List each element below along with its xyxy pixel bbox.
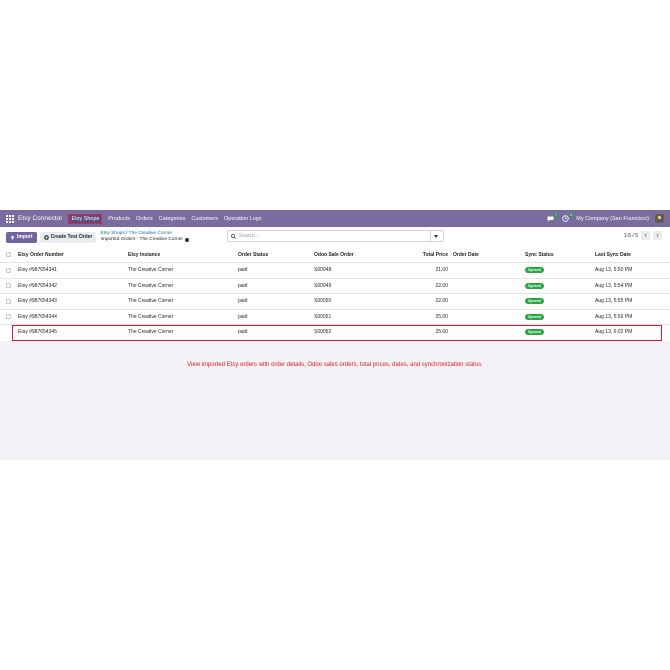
header-order-number[interactable]: Etsy Order Number (18, 252, 64, 258)
row-checkbox[interactable] (6, 298, 11, 304)
cell-instance: The Creative Corner (128, 267, 174, 274)
breadcrumb: Etsy Shops / The Creative Corner Importe… (100, 231, 189, 243)
cell-last-sync: Aug 13, 5:54 PM (595, 282, 633, 289)
header-instance[interactable]: Etsy Instance (128, 252, 160, 258)
cell-order-status: paid (238, 298, 248, 305)
cell-total-price: 25.00 (435, 313, 448, 320)
cell-last-sync: Aug 13, 5:55 PM (595, 298, 633, 305)
import-button-label: Import (17, 234, 33, 240)
caret-down-icon (433, 234, 438, 238)
sync-status-badge: Synced (525, 267, 544, 274)
control-panel: Import Create Test Order Etsy Shops / Th… (0, 227, 670, 247)
nav-item-orders[interactable]: Orders (136, 216, 153, 222)
cell-last-sync: Aug 13, 5:56 PM (595, 313, 633, 320)
header-last-sync[interactable]: Last Sync Date (595, 252, 631, 258)
header-sale-order[interactable]: Odoo Sale Order (314, 252, 354, 258)
cell-total-price: 25.00 (435, 329, 448, 336)
header-order-status[interactable]: Order Status (238, 252, 268, 258)
pager: 1-5 / 5 ‹ › (624, 231, 662, 240)
top-navbar: Etsy Connector Etsy Shops Products Order… (0, 210, 670, 227)
sync-status-badge: Synced (525, 282, 544, 289)
create-test-order-button[interactable]: Create Test Order (39, 231, 97, 243)
nav-item-operation-logs[interactable]: Operation Logs (224, 216, 262, 222)
cell-instance: The Creative Corner (128, 298, 174, 305)
cell-order-number: Etsy #987654343 (18, 298, 57, 305)
table-row-highlighted[interactable]: Etsy #987654345 The Creative Corner paid… (12, 325, 662, 341)
cell-total-price: 22.00 (435, 282, 448, 289)
cell-instance: The Creative Corner (128, 282, 174, 289)
plus-circle-icon (43, 234, 49, 240)
company-switcher[interactable]: My Company (San Francisco) (576, 216, 649, 222)
cell-instance: The Creative Corner (128, 329, 174, 336)
row-checkbox[interactable] (6, 283, 11, 289)
cell-sale-order: S00048 (314, 267, 332, 274)
import-button[interactable]: Import (6, 231, 37, 243)
search-icon (231, 233, 236, 239)
search-options-toggle[interactable] (430, 231, 440, 241)
cell-order-number: Etsy #987654345 (18, 329, 57, 336)
table-header-row: Etsy Order Number Etsy Instance Order St… (0, 247, 670, 263)
nav-item-customers[interactable]: Customers (191, 216, 218, 222)
caption-text: View imported Etsy orders with order det… (187, 362, 483, 368)
cell-order-status: paid (238, 329, 248, 336)
gear-icon[interactable] (185, 238, 189, 242)
cell-sale-order: S00050 (314, 298, 332, 305)
cell-total-price: 22.00 (435, 298, 448, 305)
chat-badge: 7 (554, 212, 559, 217)
upload-icon (10, 235, 15, 239)
cell-total-price: 21.00 (435, 267, 448, 274)
cell-instance: The Creative Corner (128, 313, 174, 320)
nav-item-products[interactable]: Products (108, 216, 130, 222)
create-test-order-label: Create Test Order (50, 234, 93, 240)
cell-sale-order: S00049 (314, 282, 332, 289)
apps-grid-icon[interactable] (6, 214, 14, 223)
cell-order-number: Etsy #987654344 (18, 313, 57, 320)
user-avatar[interactable] (655, 214, 664, 223)
chat-icon[interactable]: 7 (546, 212, 559, 223)
search-bar[interactable]: Search... (227, 230, 444, 242)
search-input[interactable]: Search... (239, 233, 259, 239)
header-order-date[interactable]: Order Date (453, 252, 479, 258)
cell-order-number: Etsy #987654342 (18, 282, 57, 289)
cell-order-number: Etsy #987654341 (18, 267, 57, 274)
header-total-price[interactable]: Total Price (400, 252, 448, 258)
table-row[interactable]: Etsy #987654341 The Creative Corner paid… (0, 263, 670, 279)
table-row[interactable]: Etsy #987654342 The Creative Corner paid… (0, 279, 670, 294)
cell-order-status: paid (238, 282, 248, 289)
cell-order-status: paid (238, 313, 248, 320)
breadcrumb-shop[interactable]: The Creative Corner (129, 231, 172, 236)
orders-table: Etsy Order Number Etsy Instance Order St… (0, 247, 670, 341)
cell-last-sync: Aug 13, 5:50 PM (595, 267, 633, 274)
pager-value[interactable]: 1-5 / 5 (624, 233, 638, 239)
pager-previous-button[interactable]: ‹ (641, 231, 650, 240)
cell-sale-order: S00051 (314, 313, 332, 320)
sync-status-badge: Synced (525, 329, 544, 336)
sync-status-badge: Synced (525, 313, 544, 320)
app-brand[interactable]: Etsy Connector (18, 215, 62, 222)
table-row[interactable]: Etsy #987654343 The Creative Corner paid… (0, 294, 670, 310)
row-checkbox[interactable] (6, 314, 11, 320)
nav-item-etsy-shops[interactable]: Etsy Shops (68, 213, 103, 224)
header-sync-status[interactable]: Sync Status (525, 252, 554, 258)
cell-sale-order: S00052 (314, 329, 332, 336)
select-all-checkbox[interactable] (6, 252, 11, 257)
sync-status-badge: Synced (525, 298, 544, 305)
pager-next-button[interactable]: › (653, 231, 662, 240)
app-window: Etsy Connector Etsy Shops Products Order… (0, 210, 670, 460)
activity-clock-icon[interactable]: 4 (561, 212, 574, 223)
row-checkbox[interactable] (6, 267, 11, 273)
cell-last-sync: Aug 13, 6:02 PM (595, 329, 633, 336)
navbar-systray: 7 4 My Company (San Francisco) (546, 212, 664, 223)
breadcrumb-etsy-shops[interactable]: Etsy Shops (100, 231, 124, 236)
page-title: Imported Orders - The Creative Corner (100, 237, 183, 242)
nav-item-categories[interactable]: Categories (159, 216, 186, 222)
breadcrumb-separator: / (126, 231, 128, 236)
table-row[interactable]: Etsy #987654344 The Creative Corner paid… (0, 310, 670, 325)
activity-badge: 4 (569, 212, 574, 217)
cell-order-status: paid (238, 267, 248, 274)
